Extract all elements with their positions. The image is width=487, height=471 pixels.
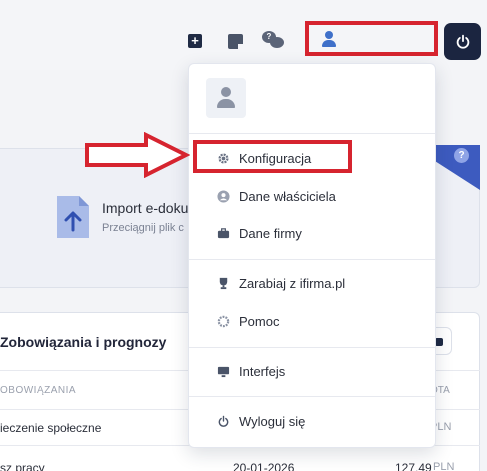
menu-item-label: Zarabiaj z ifirma.pl <box>239 275 346 291</box>
import-title: Import e-doku <box>102 200 189 216</box>
obligations-title: Zobowiązania i prognozy <box>0 334 167 350</box>
table-row-name[interactable]: ieczenie społeczne <box>0 421 101 435</box>
dropdown-avatar <box>206 78 246 118</box>
table-row-date: 20-01-2026 <box>233 461 295 471</box>
menu-item-label: Dane właściciela <box>239 188 336 204</box>
dropdown-divider <box>189 133 435 134</box>
power-icon <box>216 414 230 428</box>
power-icon <box>456 34 469 49</box>
user-dropdown-menu <box>188 63 436 448</box>
user-icon <box>321 31 337 48</box>
column-header-obligations: OBOWIĄZANIA <box>0 385 77 396</box>
dropdown-divider <box>189 259 435 260</box>
table-row-amount: 127,49 <box>395 461 432 471</box>
chat-help-icon[interactable]: ? <box>262 30 284 52</box>
add-icon[interactable]: + <box>184 30 206 52</box>
konfiguracja-highlight <box>193 140 352 173</box>
logout-power-button[interactable] <box>444 23 481 60</box>
menu-item-dane-firmy[interactable]: Dane firmy <box>200 220 428 246</box>
help-icon <box>216 314 230 328</box>
file-upload-icon <box>57 196 89 238</box>
briefcase-icon <box>216 226 230 240</box>
import-subtitle: Przeciągnij plik c <box>102 222 184 234</box>
annotation-arrow-icon <box>85 132 190 178</box>
menu-item-pomoc[interactable]: Pomoc <box>200 308 428 334</box>
menu-item-wyloguj[interactable]: Wyloguj się <box>200 408 428 434</box>
user-menu-button[interactable] <box>305 21 438 56</box>
dropdown-divider <box>189 347 435 348</box>
note-icon[interactable] <box>224 30 246 52</box>
menu-item-label: Interfejs <box>239 363 286 379</box>
menu-item-label: Wyloguj się <box>239 413 306 429</box>
user-circle-icon <box>216 189 230 203</box>
menu-item-zarabiaj[interactable]: Zarabiaj z ifirma.pl <box>200 270 428 296</box>
menu-item-label: Dane firmy <box>239 225 302 241</box>
table-row-currency: PLN <box>433 461 455 471</box>
menu-item-interfejs[interactable]: Interfejs <box>200 358 428 384</box>
menu-item-dane-wlasciciela[interactable]: Dane właściciela <box>200 183 428 209</box>
dropdown-divider <box>189 396 435 397</box>
table-row-name[interactable]: sz pracy <box>0 461 45 471</box>
monitor-icon <box>216 364 230 378</box>
help-corner-icon[interactable]: ? <box>454 148 469 163</box>
menu-item-label: Pomoc <box>239 313 280 329</box>
trophy-icon <box>216 276 230 290</box>
